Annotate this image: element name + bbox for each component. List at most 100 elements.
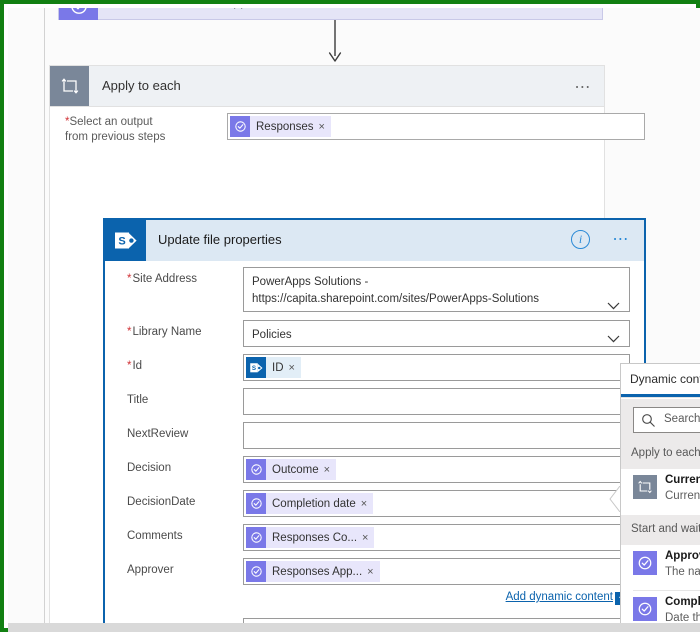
add-dynamic-content-row: Add dynamic content + [105, 591, 644, 609]
approvals-icon [230, 116, 250, 137]
canvas-left-rule [44, 8, 45, 632]
field-row-comments: Comments Responses Co... × [105, 524, 644, 553]
label-text: Library Name [132, 326, 202, 338]
action-card-update-file-properties[interactable]: S Update file properties i ⋯ *Site Addre… [103, 218, 646, 632]
tab-dynamic-content[interactable]: Dynamic cont [630, 372, 700, 386]
approvals-icon [633, 597, 657, 621]
close-icon[interactable]: × [361, 498, 367, 510]
library-name-value: Policies [252, 329, 292, 341]
dynamic-group-apply-to-each: Apply to each [621, 439, 700, 469]
select-an-output-label: *Select an output from previous steps [65, 115, 195, 145]
svg-text:S: S [118, 235, 125, 247]
token-responses-approver[interactable]: Responses App... × [246, 561, 380, 582]
title-input[interactable] [243, 388, 630, 415]
ellipsis-icon[interactable]: ⋯ [574, 77, 592, 97]
select-an-output-row: *Select an output from previous steps Re… [50, 107, 645, 153]
dynamic-content-tabbar: Dynamic cont [621, 364, 700, 398]
approver-input[interactable]: Responses App... × [243, 558, 630, 585]
close-icon[interactable]: × [324, 464, 330, 476]
ellipsis-icon[interactable]: ⋯ [612, 229, 630, 249]
site-address-dropdown[interactable]: PowerApps Solutions - https://capita.sha… [243, 267, 630, 312]
flow-designer-canvas: Start and wait for an approval [8, 8, 700, 632]
info-icon[interactable]: i [571, 230, 590, 249]
close-icon[interactable]: × [362, 532, 368, 544]
loop-icon [633, 475, 657, 499]
token-label: Responses Co... [272, 531, 358, 544]
horizontal-scrollbar[interactable] [8, 623, 700, 632]
approvals-icon [59, 8, 98, 20]
nextreview-value [244, 423, 629, 429]
field-row-title: Title [105, 388, 644, 417]
svg-text:S: S [251, 365, 255, 372]
required-asterisk: * [127, 326, 132, 338]
close-icon[interactable]: × [289, 362, 295, 374]
sharepoint-icon: S [246, 357, 266, 378]
select-an-output-input[interactable]: Responses × [227, 113, 645, 140]
dynamic-content-search-area: Search [621, 399, 700, 439]
search-input[interactable]: Search [633, 407, 700, 433]
token-outcome[interactable]: Outcome × [246, 459, 337, 480]
item-description: The name [665, 566, 700, 578]
field-row-nextreview: NextReview [105, 422, 644, 451]
tab-active-underline [621, 394, 700, 397]
field-label-id: *Id [127, 360, 142, 372]
dynamic-item-completion-date[interactable]: Completi Date the [621, 591, 700, 623]
token-responses[interactable]: Responses × [230, 116, 331, 137]
token-completion-date[interactable]: Completion date × [246, 493, 374, 514]
field-label-title: Title [127, 394, 149, 406]
update-file-properties-body: *Site Address PowerApps Solutions - http… [105, 261, 644, 632]
field-row-decision: Decision Outcome × [105, 456, 644, 485]
chevron-down-icon[interactable] [607, 330, 620, 342]
select-output-label-line2: from previous steps [65, 131, 166, 143]
dynamic-content-panel[interactable]: Dynamic cont Search Apply to each Curre … [620, 363, 700, 623]
field-label-decisiondate: DecisionDate [127, 496, 196, 508]
action-card-apply-to-each[interactable]: Apply to each ⋯ *Select an output from p… [49, 65, 646, 632]
loop-icon [50, 66, 89, 106]
field-label-decision: Decision [127, 462, 172, 474]
group-label: Apply to each [631, 447, 700, 459]
required-asterisk: * [127, 273, 132, 285]
approvals-icon [246, 459, 266, 480]
approvals-icon [246, 561, 266, 582]
down-arrow-icon [328, 20, 342, 64]
decisiondate-input[interactable]: Completion date × [243, 490, 630, 517]
add-dynamic-content-link[interactable]: Add dynamic content [506, 591, 613, 603]
id-input[interactable]: S ID × [243, 354, 630, 381]
apply-to-each-header[interactable]: Apply to each ⋯ [50, 66, 604, 107]
decision-input[interactable]: Outcome × [243, 456, 630, 483]
token-responses-comments[interactable]: Responses Co... × [246, 527, 375, 548]
close-icon[interactable]: × [319, 121, 325, 133]
update-file-properties-header[interactable]: S Update file properties i ⋯ [105, 220, 644, 261]
token-label: Outcome [272, 463, 319, 476]
field-row-approver: Approver Responses App... × [105, 558, 644, 587]
field-row-decisiondate: DecisionDate Completion date × [105, 490, 644, 519]
top-card-title: Start and wait for an approval [111, 8, 274, 9]
search-icon [641, 413, 656, 433]
approvals-icon [633, 551, 657, 575]
token-label: Responses App... [272, 565, 363, 578]
close-icon[interactable]: × [367, 566, 373, 578]
label-text: Id [132, 360, 143, 372]
nextreview-input[interactable] [243, 422, 630, 449]
field-label-site-address: *Site Address [127, 273, 197, 285]
item-description: Date the [665, 612, 700, 623]
item-name: Completi [665, 596, 700, 608]
label-text: Site Address [132, 273, 198, 285]
field-row-site-address: *Site Address PowerApps Solutions - http… [105, 267, 644, 315]
action-card-start-and-wait-for-an-approval[interactable]: Start and wait for an approval [58, 8, 603, 20]
field-row-library-name: *Library Name Policies [105, 320, 644, 349]
field-label-comments: Comments [127, 530, 183, 542]
item-description: Current it [665, 490, 700, 502]
field-label-approver: Approver [127, 564, 174, 576]
comments-input[interactable]: Responses Co... × [243, 524, 630, 551]
library-name-dropdown[interactable]: Policies [243, 320, 630, 347]
item-name: Current it [665, 474, 700, 486]
screenshot-frame: Start and wait for an approval [0, 0, 700, 632]
chevron-down-icon[interactable] [607, 297, 620, 310]
dynamic-item-current-item[interactable]: Current it Current it [621, 469, 700, 515]
apply-to-each-title: Apply to each [102, 78, 181, 93]
dynamic-item-approval[interactable]: Approval The name [621, 545, 700, 591]
approvals-icon [246, 493, 266, 514]
token-id[interactable]: S ID × [246, 357, 301, 378]
token-label: ID [272, 361, 284, 374]
